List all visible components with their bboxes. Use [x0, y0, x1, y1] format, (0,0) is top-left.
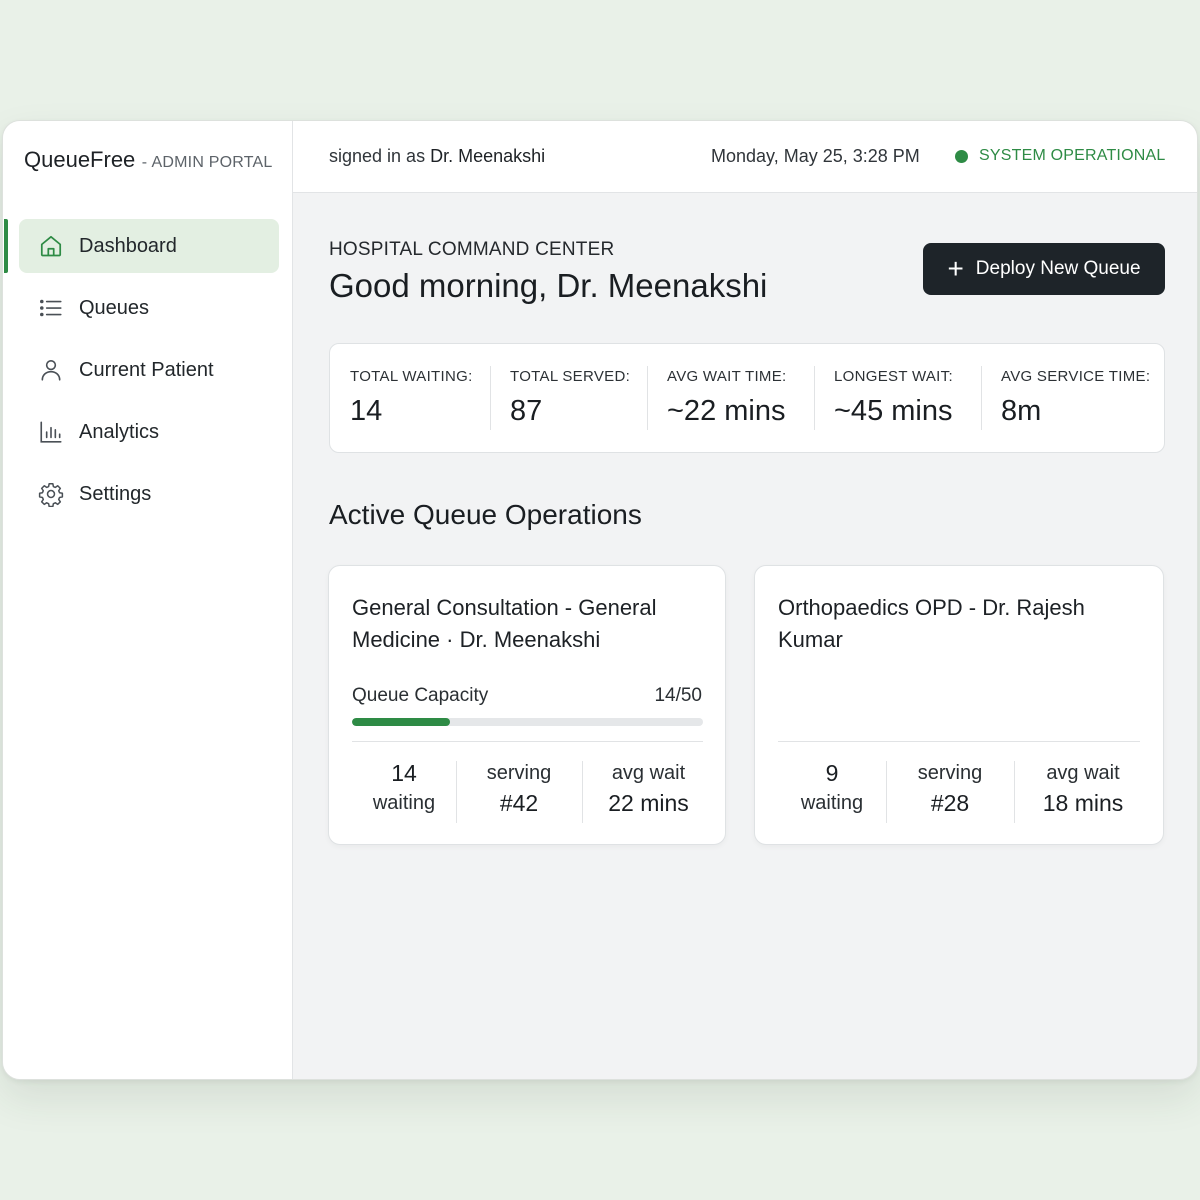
stat-total-served: TOTAL SERVED: 87: [490, 344, 647, 452]
queue-capacity-bar: [352, 718, 703, 726]
current-datetime: Monday, May 25, 3:28 PM: [711, 146, 920, 166]
plus-icon: +: [947, 253, 964, 284]
sidebar-item-current-patient[interactable]: Current Patient: [19, 343, 279, 397]
queue-metrics: 14 waiting serving #42 avg wait 22 mins: [352, 759, 703, 823]
avg-wait-label: avg wait: [611, 762, 686, 784]
system-status: SYSTEM OPERATIONAL: [955, 147, 1165, 165]
user-icon: [37, 356, 65, 384]
bar-chart-icon: [37, 418, 65, 446]
serving-value: #42: [499, 790, 539, 816]
stat-value: 8m: [1001, 395, 1042, 427]
stat-avg-wait-time: AVG WAIT TIME: ~22 mins: [647, 344, 814, 452]
avg-wait-label: avg wait: [1046, 762, 1120, 784]
waiting-count: 14: [391, 760, 417, 786]
sidebar-item-label: Analytics: [79, 420, 160, 443]
queue-capacity-label: Queue Capacity: [352, 685, 489, 706]
stat-label: TOTAL WAITING:: [350, 368, 473, 385]
top-bar: signed in as Dr. Meenakshi Monday, May 2…: [293, 121, 1197, 193]
stat-value: 87: [510, 395, 543, 427]
page-title: Good morning, Dr. Meenakshi: [329, 267, 768, 304]
stat-label: AVG SERVICE TIME:: [1001, 368, 1151, 385]
portal-label: ADMIN PORTAL: [151, 154, 273, 171]
queue-waiting: 9 waiting: [778, 759, 886, 821]
avg-wait-value: 18 mins: [1042, 790, 1124, 816]
sidebar-item-label: Current Patient: [79, 358, 214, 381]
sidebar-item-settings[interactable]: Settings: [19, 467, 279, 521]
sidebar: QueueFree - ADMIN PORTAL Dashboard Queue…: [3, 121, 293, 1079]
brand: QueueFree - ADMIN PORTAL: [24, 147, 272, 173]
divider: [778, 741, 1140, 742]
queue-serving: serving #28: [886, 759, 1014, 823]
status-label: SYSTEM OPERATIONAL: [979, 147, 1166, 164]
sidebar-item-queues[interactable]: Queues: [19, 281, 279, 335]
serving-label: serving: [486, 762, 552, 784]
sidebar-item-label: Queues: [79, 296, 150, 319]
serving-value: #28: [930, 790, 970, 816]
stat-label: TOTAL SERVED:: [510, 368, 631, 385]
app-window: QueueFree - ADMIN PORTAL Dashboard Queue…: [2, 120, 1198, 1080]
queue-serving: serving #42: [456, 759, 582, 823]
section-title: Active Queue Operations: [329, 499, 642, 530]
sidebar-item-analytics[interactable]: Analytics: [19, 405, 279, 459]
queue-title: General Consultation - General Medicine …: [352, 595, 657, 652]
stat-value: 14: [350, 395, 383, 427]
sidebar-nav: Dashboard Queues Current Patient Analyti…: [3, 219, 293, 529]
waiting-count: 9: [825, 760, 839, 786]
brand-separator: -: [141, 154, 148, 171]
waiting-label: waiting: [372, 792, 436, 814]
serving-label: serving: [917, 762, 983, 784]
sidebar-item-dashboard[interactable]: Dashboard: [4, 219, 279, 273]
queue-card[interactable]: Orthopaedics OPD - Dr. Rajesh Kumar 9 wa…: [754, 565, 1164, 845]
queue-avg-wait: avg wait 22 mins: [582, 759, 703, 823]
queue-waiting: 14 waiting: [352, 759, 456, 821]
deploy-button-label: Deploy New Queue: [975, 258, 1141, 279]
stat-label: AVG WAIT TIME:: [667, 368, 787, 385]
queue-avg-wait: avg wait 18 mins: [1014, 759, 1140, 823]
queue-title: Orthopaedics OPD - Dr. Rajesh Kumar: [778, 595, 1085, 652]
home-icon: [37, 232, 65, 260]
main-content: HOSPITAL COMMAND CENTER Good morning, Dr…: [293, 193, 1197, 1079]
queue-capacity-fill: [352, 718, 451, 726]
sidebar-item-label: Settings: [79, 482, 152, 505]
waiting-label: waiting: [800, 792, 864, 814]
avg-wait-value: 22 mins: [608, 790, 689, 816]
stat-label: LONGEST WAIT:: [834, 368, 953, 385]
queue-metrics: 9 waiting serving #28 avg wait 18 mins: [778, 759, 1140, 823]
stat-total-waiting: TOTAL WAITING: 14: [330, 344, 490, 452]
queue-capacity-value: 14/50: [654, 685, 702, 706]
sidebar-item-label: Dashboard: [79, 234, 177, 257]
stat-avg-service-time: AVG SERVICE TIME: 8m: [981, 344, 1164, 452]
app-name: QueueFree: [24, 147, 136, 172]
deploy-new-queue-button[interactable]: + Deploy New Queue: [923, 243, 1165, 295]
divider: [352, 741, 703, 742]
status-dot-icon: [955, 149, 968, 163]
stats-summary: TOTAL WAITING: 14 TOTAL SERVED: 87 AVG W…: [329, 343, 1165, 453]
gear-icon: [37, 480, 65, 508]
signed-in-user: Dr. Meenakshi: [430, 146, 546, 166]
signed-in-text: signed in as Dr. Meenakshi: [329, 146, 545, 167]
page-eyebrow: HOSPITAL COMMAND CENTER: [329, 239, 615, 260]
queue-card[interactable]: General Consultation - General Medicine …: [328, 565, 726, 845]
stat-value: ~45 mins: [834, 395, 953, 427]
stat-value: ~22 mins: [667, 395, 786, 427]
signed-in-prefix: signed in as: [329, 146, 426, 166]
list-icon: [37, 294, 65, 322]
stat-longest-wait: LONGEST WAIT: ~45 mins: [814, 344, 981, 452]
